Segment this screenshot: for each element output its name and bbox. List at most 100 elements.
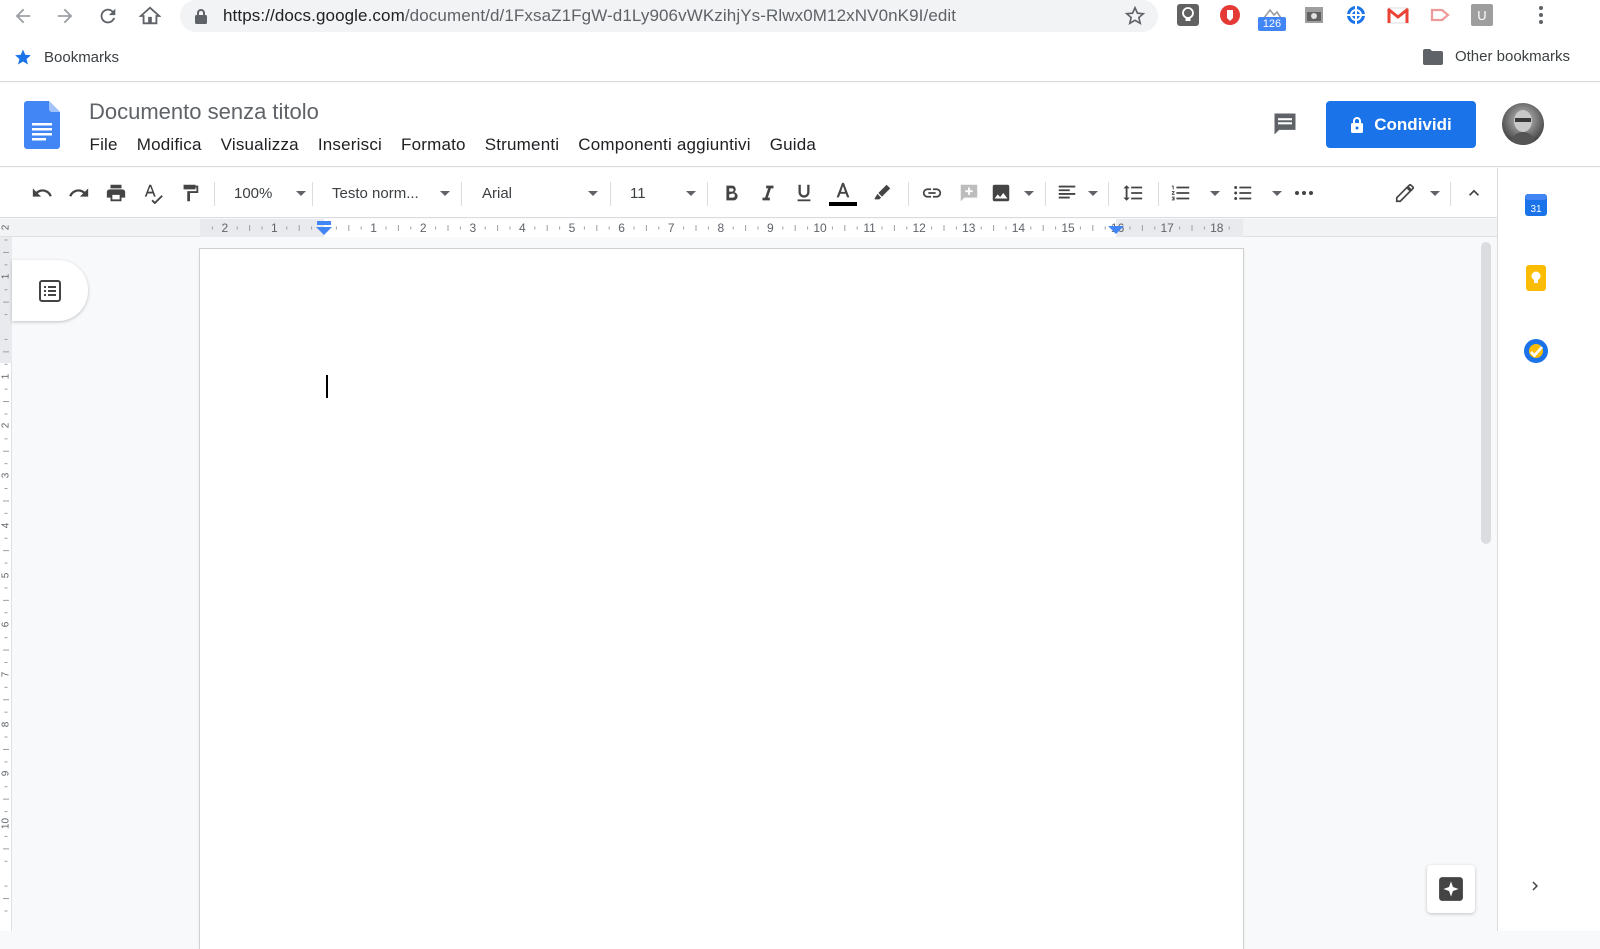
browser-menu-icon[interactable] [1530,4,1552,26]
url-path: /document/d/1FxsaZ1FgW-d1Ly906vWKzihjYs-… [404,6,957,25]
underline-button[interactable] [790,180,818,206]
paragraph-style-select[interactable]: Testo norm... [324,180,450,206]
text-color-button[interactable] [828,180,858,206]
url-text[interactable]: https://docs.google.com/document/d/1Fxsa… [223,6,956,26]
translate-extension-icon[interactable] [1345,4,1367,26]
calendar-icon[interactable]: 31 [1523,192,1549,218]
ruler-number: 5 [568,221,576,235]
ruler-number: 1 [370,221,377,235]
vertical-ruler-number: 6 [0,621,12,628]
home-button[interactable] [136,2,164,30]
align-button[interactable] [1056,180,1098,206]
insert-comment-button[interactable] [955,180,983,206]
explore-sparkle-icon [1439,877,1463,901]
menu-file[interactable]: File [80,135,127,155]
right-indent-marker-icon[interactable] [1107,224,1125,235]
keep-extension-icon[interactable] [1177,4,1199,26]
vertical-ruler: 2 1 1 2 3 4 5 6 7 8 9 10 [0,224,12,931]
reload-button[interactable] [94,2,122,30]
left-indent-marker-icon[interactable] [315,221,333,235]
explore-button[interactable] [1427,865,1475,913]
ruler-number: 2 [221,221,229,235]
insert-link-button[interactable] [918,180,946,206]
bookmarks-button[interactable]: Bookmarks [14,48,119,66]
share-lock-icon [1351,117,1364,133]
editing-mode-button[interactable] [1394,180,1440,206]
italic-button[interactable] [754,180,782,206]
account-avatar[interactable] [1502,103,1544,145]
calendar-day-text: 31 [1530,204,1542,215]
zoom-caret-icon [296,190,306,196]
keep-notes-icon[interactable] [1523,265,1549,291]
adblock-extension-icon[interactable] [1219,4,1241,26]
image-icon [992,184,1010,202]
vertical-ruler-number: 7 [0,671,12,678]
align-caret-icon [1088,190,1098,196]
font-select[interactable]: Arial [474,180,598,206]
share-label: Condividi [1374,114,1452,134]
share-button[interactable]: Condividi [1326,101,1476,148]
bookmarks-label: Bookmarks [44,48,120,66]
bulleted-list-caret-icon [1272,190,1282,196]
line-spacing-button[interactable] [1119,180,1147,206]
menu-modifica[interactable]: Modifica [127,135,211,155]
style-caret-icon [440,190,450,196]
image-caret-icon [1024,190,1034,196]
insert-image-button[interactable] [990,180,1034,206]
reload-icon [100,8,116,24]
back-button[interactable] [9,2,37,30]
forward-button[interactable] [51,2,79,30]
screenshot-extension-icon[interactable] [1303,4,1325,26]
font-size-select[interactable]: 11 [622,180,696,206]
comments-button[interactable] [1270,110,1300,138]
numbered-list-button[interactable] [1170,180,1220,206]
bold-button[interactable] [717,180,745,206]
menu-guida[interactable]: Guida [760,135,825,155]
align-left-icon [1058,185,1076,199]
expand-panel-chevron-icon[interactable] [1522,873,1548,899]
editing-toolbar: 100% Testo norm... Arial 11 [0,168,1497,218]
menu-strumenti[interactable]: Strumenti [475,135,569,155]
zoom-value: 100% [234,184,273,202]
more-horizontal-icon [1295,191,1313,195]
menu-formato[interactable]: Formato [392,135,476,155]
document-outline-button[interactable] [12,260,88,321]
menu-inserisci[interactable]: Inserisci [308,135,391,155]
menu-visualizza[interactable]: Visualizza [211,135,308,155]
other-bookmarks-button[interactable]: Other bookmarks [1422,48,1570,65]
print-button[interactable] [102,180,130,206]
highlight-color-button[interactable] [868,180,896,206]
bookmark-star-icon[interactable] [1124,5,1146,27]
ruler-number: 11 [863,221,876,235]
gmail-extension-icon[interactable] [1387,4,1409,26]
redo-button[interactable] [65,180,93,206]
document-title[interactable]: Documento senza titolo [89,99,319,125]
cast-extension-icon[interactable] [1429,4,1451,26]
add-comment-icon [960,184,978,202]
vertical-scrollbar[interactable] [1481,242,1491,544]
italic-icon [762,185,774,201]
bulleted-list-button[interactable] [1232,180,1282,206]
forward-arrow-icon [57,8,73,24]
docs-logo-icon[interactable] [24,101,60,149]
ruler-number: 13 [962,221,976,235]
tasks-icon[interactable] [1523,338,1549,364]
ruler-number: 2 [419,221,427,235]
menu-componenti-aggiuntivi[interactable]: Componenti aggiuntivi [569,135,760,155]
user-extension-icon[interactable]: U [1471,4,1493,26]
bookmarks-bar: Bookmarks Other bookmarks [0,44,1600,72]
undo-button[interactable] [28,180,56,206]
spellcheck-button[interactable] [139,180,167,206]
paint-format-button[interactable] [176,180,204,206]
home-icon [139,6,161,25]
ruler-number: 14 [1011,221,1026,235]
collapse-menus-button[interactable] [1460,180,1488,206]
more-options-button[interactable] [1290,180,1318,206]
zoom-select[interactable]: 100% [226,180,306,206]
document-page[interactable] [200,249,1243,949]
horizontal-ruler: 21123456789101112131415161718 [0,219,1497,237]
bold-icon [726,185,738,201]
address-bar[interactable]: https://docs.google.com/document/d/1Fxsa… [180,0,1158,32]
ruler-number: 18 [1210,221,1224,235]
comment-icon [1274,113,1296,135]
